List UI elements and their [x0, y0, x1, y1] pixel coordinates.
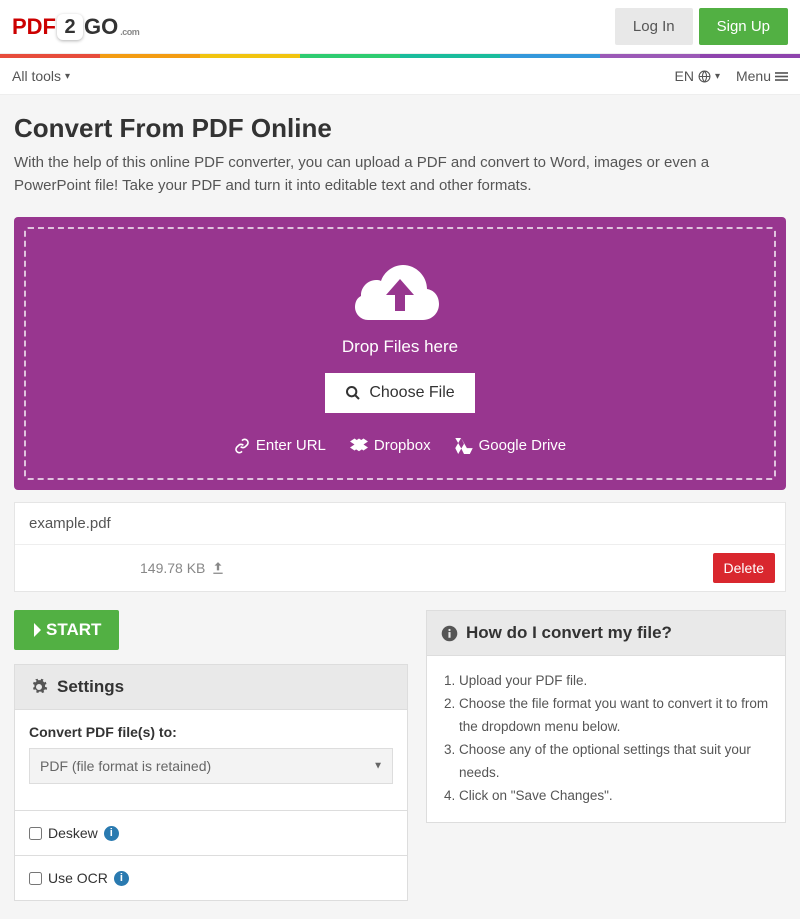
logo-com: .com: [120, 27, 139, 37]
help-step: Click on "Save Changes".: [459, 785, 771, 808]
choose-file-button[interactable]: Choose File: [325, 373, 474, 413]
deskew-label: Deskew: [48, 825, 98, 841]
gears-icon: [29, 678, 49, 696]
file-size-value: 149.78 KB: [140, 560, 205, 576]
help-panel: Upload your PDF file. Choose the file fo…: [426, 656, 786, 823]
logo[interactable]: PDF 2 GO .com: [12, 14, 139, 40]
info-icon[interactable]: i: [104, 826, 119, 841]
file-row: example.pdf 149.78 KB Delete: [14, 502, 786, 592]
language-menu[interactable]: EN ▾: [674, 68, 719, 84]
convert-to-label: Convert PDF file(s) to:: [29, 724, 393, 740]
upload-icon: [211, 561, 225, 575]
chevron-down-icon: ▾: [65, 71, 70, 82]
dropbox-button[interactable]: Dropbox: [350, 437, 431, 454]
settings-panel: Convert PDF file(s) to: PDF (file format…: [14, 710, 408, 811]
help-step: Choose the file format you want to conve…: [459, 693, 771, 739]
logo-go: GO: [84, 14, 118, 40]
help-step: Upload your PDF file.: [459, 670, 771, 693]
dropzone[interactable]: Drop Files here Choose File Enter URL Dr…: [14, 217, 786, 490]
delete-button[interactable]: Delete: [713, 553, 775, 583]
google-drive-label: Google Drive: [479, 437, 567, 454]
google-drive-button[interactable]: Google Drive: [455, 437, 567, 454]
logo-two: 2: [57, 14, 83, 40]
dropbox-label: Dropbox: [374, 437, 431, 454]
enter-url-button[interactable]: Enter URL: [234, 437, 326, 454]
all-tools-label: All tools: [12, 68, 61, 84]
ocr-label: Use OCR: [48, 870, 108, 886]
dropzone-inner: Drop Files here Choose File Enter URL Dr…: [24, 227, 776, 480]
start-button[interactable]: START: [14, 610, 119, 650]
login-button[interactable]: Log In: [615, 8, 693, 45]
deskew-checkbox[interactable]: [29, 827, 42, 840]
chevron-down-icon: ▾: [715, 71, 720, 82]
file-size: 149.78 KB: [140, 560, 225, 576]
settings-label: Settings: [57, 677, 124, 697]
ocr-checkbox[interactable]: [29, 872, 42, 885]
page-title: Convert From PDF Online: [14, 113, 786, 144]
auth-buttons: Log In Sign Up: [615, 8, 788, 45]
file-meta: 149.78 KB Delete: [15, 545, 785, 591]
format-select[interactable]: PDF (file format is retained): [29, 748, 393, 784]
language-label: EN: [674, 68, 693, 84]
chevron-right-icon: [32, 623, 42, 637]
cloud-upload-icon: [42, 261, 758, 327]
globe-icon: [698, 70, 711, 83]
alt-sources: Enter URL Dropbox Google Drive: [42, 437, 758, 454]
left-column: START Settings Convert PDF file(s) to: P…: [14, 610, 408, 901]
logo-pdf: PDF: [12, 14, 56, 40]
deskew-row: Deskew i: [14, 811, 408, 856]
rainbow-divider: [0, 54, 800, 58]
menu-toggle[interactable]: Menu: [736, 68, 788, 84]
ocr-row: Use OCR i: [14, 856, 408, 901]
file-name: example.pdf: [15, 503, 785, 545]
settings-heading: Settings: [14, 664, 408, 710]
help-step: Choose any of the optional settings that…: [459, 739, 771, 785]
start-label: START: [46, 620, 101, 640]
signup-button[interactable]: Sign Up: [699, 8, 788, 45]
link-icon: [234, 438, 250, 454]
page-subtitle: With the help of this online PDF convert…: [14, 152, 786, 197]
header: PDF 2 GO .com Log In Sign Up: [0, 0, 800, 54]
two-column-layout: START Settings Convert PDF file(s) to: P…: [14, 610, 786, 901]
drop-label: Drop Files here: [42, 337, 758, 357]
google-drive-icon: [455, 438, 473, 454]
subnav: All tools ▾ EN ▾ Menu: [0, 58, 800, 95]
choose-file-label: Choose File: [369, 384, 454, 402]
dropbox-icon: [350, 438, 368, 454]
right-column: How do I convert my file? Upload your PD…: [426, 610, 786, 823]
all-tools-menu[interactable]: All tools ▾: [12, 68, 70, 84]
search-icon: [345, 385, 361, 401]
menu-label: Menu: [736, 68, 771, 84]
main-content: Convert From PDF Online With the help of…: [0, 95, 800, 919]
help-heading: How do I convert my file?: [426, 610, 786, 656]
enter-url-label: Enter URL: [256, 437, 326, 454]
hamburger-icon: [775, 70, 788, 83]
info-icon[interactable]: i: [114, 871, 129, 886]
info-icon: [441, 625, 458, 642]
help-steps-list: Upload your PDF file. Choose the file fo…: [441, 670, 771, 808]
help-label: How do I convert my file?: [466, 623, 672, 643]
